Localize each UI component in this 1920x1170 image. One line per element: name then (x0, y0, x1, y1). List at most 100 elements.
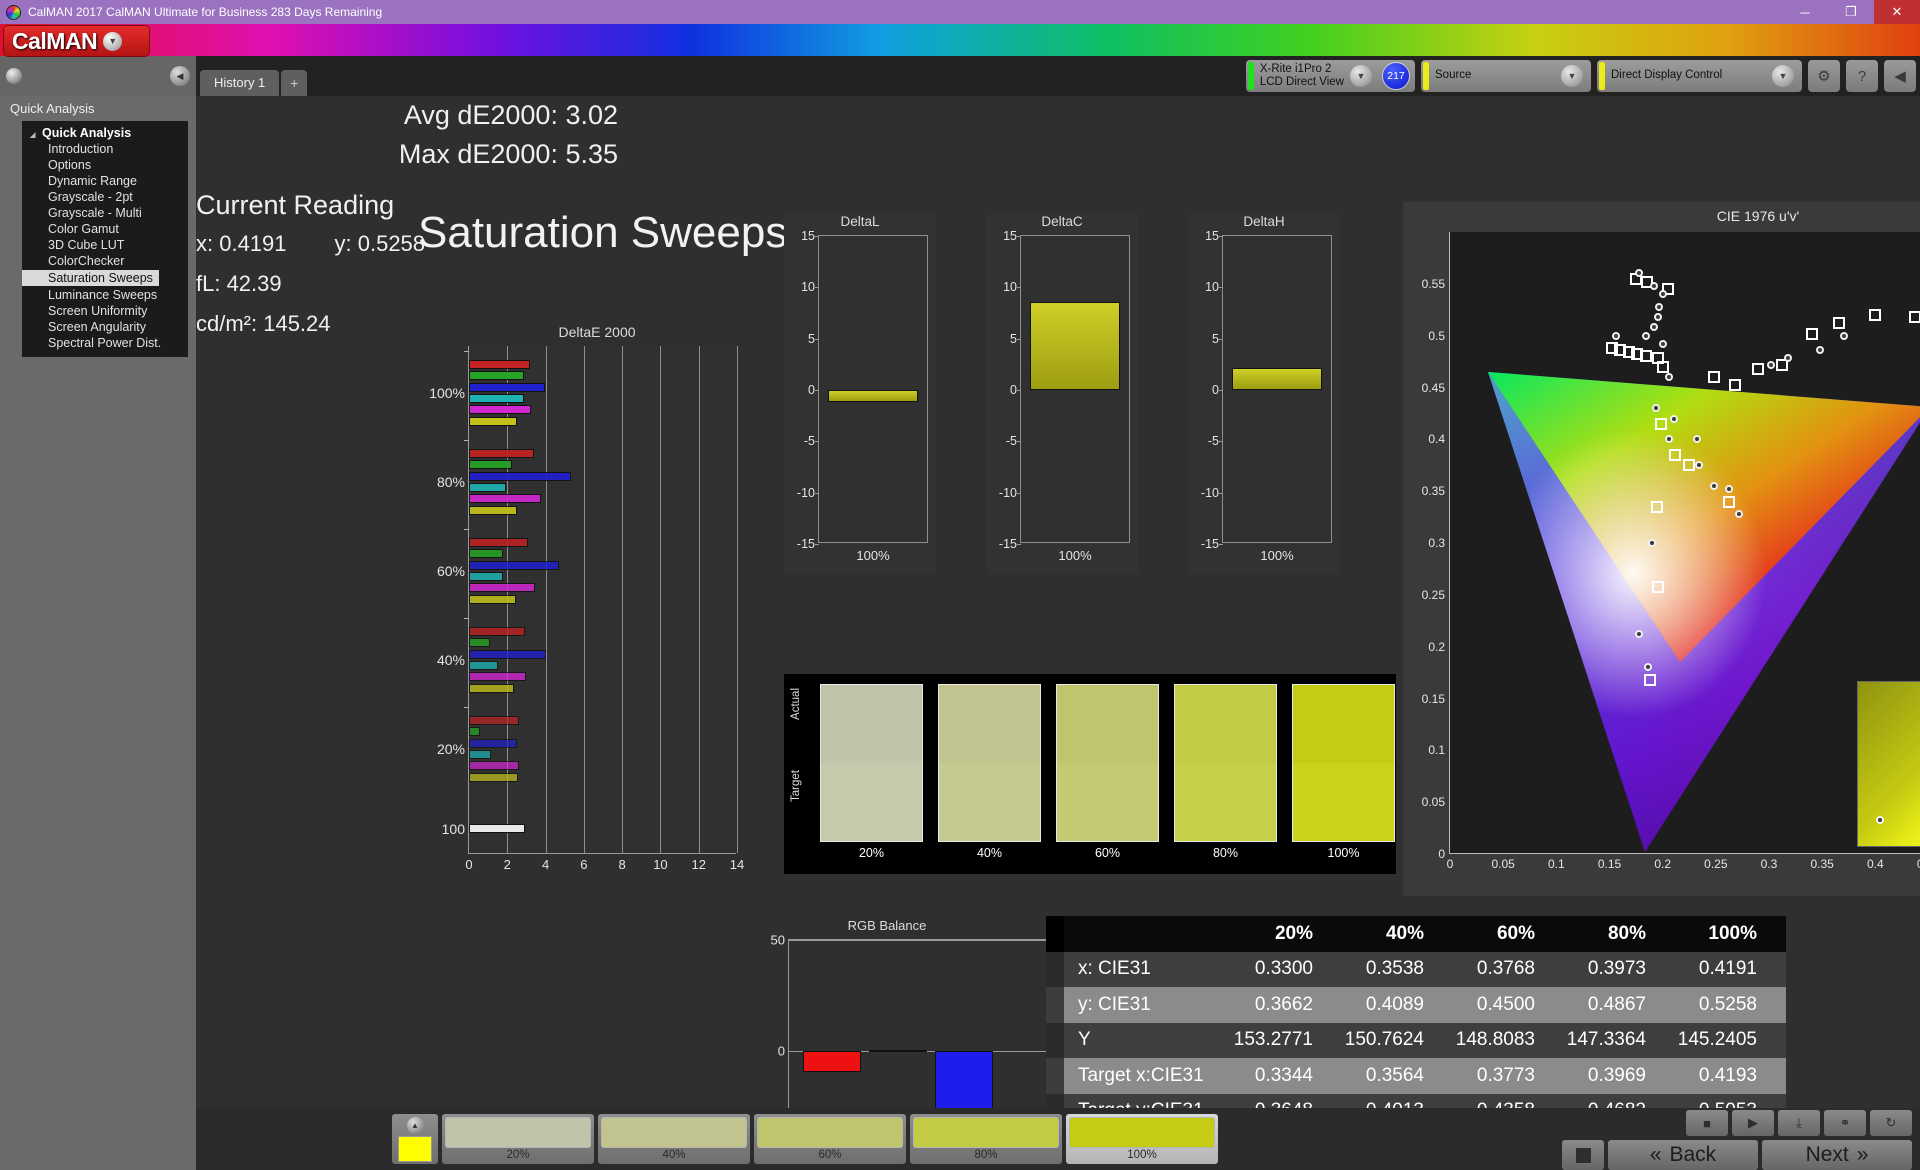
sidebar-item-3d-cube-lut[interactable]: 3D Cube LUT (22, 237, 188, 253)
inset-measured-marker (1876, 815, 1885, 824)
close-button[interactable]: ✕ (1874, 0, 1920, 24)
sidebar-item-spectral-power-dist[interactable]: Spectral Power Dist. (22, 335, 188, 351)
table-row (469, 583, 536, 593)
target-marker (1683, 459, 1696, 472)
sidebar-item-screen-uniformity[interactable]: Screen Uniformity (22, 303, 188, 319)
axis-tick (464, 707, 469, 708)
next-button[interactable]: Next » (1762, 1140, 1912, 1170)
display-control-label: Direct Display Control (1611, 69, 1723, 82)
calman-logo-button[interactable]: CalMAN ▼ (4, 26, 149, 56)
refresh-icon: ↻ (1885, 1115, 1897, 1130)
table-row-label: y: CIE31 (1078, 993, 1151, 1015)
swatch-caption: 60% (818, 1149, 842, 1161)
axis-tick (1219, 287, 1223, 289)
stop-button[interactable] (1562, 1140, 1604, 1170)
sidebar-item-color-gamut[interactable]: Color Gamut (22, 221, 188, 237)
record-button[interactable]: ■ (1686, 1110, 1728, 1136)
table-row (469, 449, 535, 458)
save-icon: ⤓ (1796, 1115, 1802, 1130)
source-selector[interactable]: Source ▼ (1421, 60, 1591, 92)
target-marker (1805, 327, 1818, 340)
swatch-actual (1057, 685, 1158, 763)
link-button[interactable]: ⚭ (1824, 1110, 1866, 1136)
chevron-down-icon[interactable]: ▼ (103, 31, 123, 51)
axis-tick-label: 0.05 (1421, 795, 1445, 810)
measured-marker (1650, 281, 1659, 290)
sidebar-item-saturation-sweeps[interactable]: Saturation Sweeps (22, 270, 159, 286)
display-control-selector[interactable]: Direct Display Control ▼ (1597, 60, 1802, 92)
table-row (469, 494, 541, 504)
swatch-pair (1292, 684, 1395, 842)
axis-tick (815, 441, 819, 443)
axis-tick (1017, 390, 1021, 391)
target-marker (1908, 311, 1920, 323)
axis-tick-label: 14 (729, 857, 745, 872)
meter-selector[interactable]: X-Rite i1Pro 2 LCD Direct View ▼ 217 (1245, 60, 1415, 92)
back-button[interactable]: « Back (1608, 1140, 1758, 1170)
table-row (469, 716, 519, 725)
delta-l-title: DeltaL (840, 214, 880, 229)
swatch-button-80pct[interactable]: 80% (910, 1114, 1062, 1164)
sidebar-item-label: Introduction (48, 142, 114, 156)
maximize-button[interactable]: ❐ (1828, 0, 1874, 24)
play-button[interactable]: ▶ (1732, 1110, 1774, 1136)
sidebar-item-colorchecker[interactable]: ColorChecker (22, 253, 188, 269)
cie-chart-title: CIE 1976 u'v' (1716, 208, 1800, 224)
panel-collapse-button[interactable]: ◀ (1884, 60, 1916, 92)
chevron-down-icon[interactable]: ▼ (1350, 65, 1372, 87)
table-row (469, 772, 518, 782)
sidebar-item-luminance-sweeps[interactable]: Luminance Sweeps (22, 287, 188, 303)
current-color-button[interactable]: ▲ (392, 1114, 438, 1164)
chevron-down-icon[interactable]: ▼ (1772, 65, 1794, 87)
settings-button[interactable]: ⚙ (1808, 60, 1840, 92)
sidebar-item-grayscale-2pt[interactable]: Grayscale - 2pt (22, 189, 188, 205)
axis-tick-label: 0.05 (1491, 857, 1515, 871)
sidebar-knob-icon[interactable] (6, 68, 22, 84)
sidebar-collapse-icon[interactable]: ◀ (170, 66, 190, 86)
sidebar-item-dynamic-range[interactable]: Dynamic Range (22, 173, 188, 189)
swatch-button-20pct[interactable]: 20% (442, 1114, 594, 1164)
save-button[interactable]: ⤓ (1778, 1110, 1820, 1136)
table-row (469, 471, 572, 481)
axis-tick-label: 4 (541, 857, 550, 872)
sidebar-item-screen-angularity[interactable]: Screen Angularity (22, 319, 188, 335)
minimize-button[interactable]: ─ (1782, 0, 1828, 24)
sidebar-item-grayscale-multi[interactable]: Grayscale - Multi (22, 205, 188, 221)
sidebar-item-label: Options (48, 158, 92, 172)
table-column-header: 100% (1708, 922, 1757, 944)
sidebar-item-label: ColorChecker (48, 254, 125, 268)
table-cell: 0.5258 (1698, 993, 1757, 1015)
help-button[interactable]: ? (1846, 60, 1878, 92)
sidebar-group-quick-analysis[interactable]: ◢ Quick Analysis (22, 125, 188, 141)
row-gutter (1046, 916, 1064, 952)
table-cell: 0.4867 (1587, 993, 1646, 1015)
sidebar-item-options[interactable]: Options (22, 157, 188, 173)
cie-zoom-inset[interactable] (1857, 681, 1920, 847)
gridline (737, 346, 738, 853)
stop-icon (1575, 1147, 1591, 1163)
axis-tick-label: 8 (618, 857, 626, 872)
axis-tick (815, 390, 819, 391)
swatch-comparison-strip: Actual Target 20% 40% 60% 80% 100% (784, 674, 1396, 874)
swatch-button-60pct[interactable]: 60% (754, 1114, 906, 1164)
chevron-down-icon[interactable]: ▼ (1561, 65, 1583, 87)
sidebar-item-introduction[interactable]: Introduction (22, 141, 188, 157)
table-row (469, 382, 545, 392)
axis-tick-label: 6 (580, 857, 588, 872)
refresh-button[interactable]: ↻ (1870, 1110, 1912, 1136)
swatch-label: 80% (1212, 846, 1239, 860)
tab-add-button[interactable]: + (281, 70, 308, 96)
axis-tick-label: 10 (653, 857, 668, 872)
play-icon: ▶ (1748, 1115, 1758, 1130)
tab-history-1[interactable]: History 1 (200, 70, 280, 96)
axis-tick-label: 0.4 (1866, 857, 1884, 871)
sidebar-item-label: Color Gamut (48, 222, 119, 236)
swatch-button-40pct[interactable]: 40% (598, 1114, 750, 1164)
swatch-row-label-actual: Actual (790, 688, 802, 720)
arrow-up-icon[interactable]: ▲ (406, 1117, 424, 1134)
table-row (469, 393, 524, 403)
sidebar-item-label: Spectral Power Dist. (48, 336, 162, 350)
measured-marker (1694, 461, 1703, 470)
swatch-button-100pct[interactable]: 100% (1066, 1114, 1218, 1164)
avg-delta-e-value: Avg dE2000: 3.02 (403, 100, 618, 130)
